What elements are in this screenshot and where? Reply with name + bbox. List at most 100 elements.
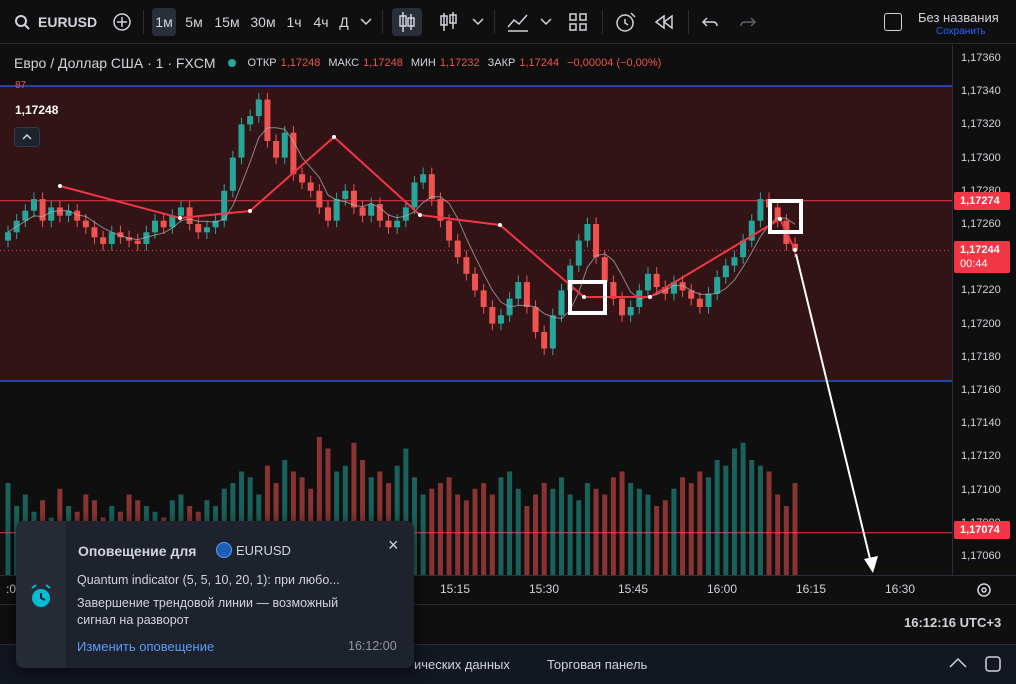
alert-message-line1: Quantum indicator (5, 5, 10, 20, 1): при… [77,573,340,587]
chevron-down-icon[interactable] [470,8,486,36]
alert-clock-icon[interactable] [612,8,638,36]
current-price-value: 1,17244 [960,244,1000,256]
volume-bar [463,500,469,575]
candle-body [644,273,651,291]
interval-15m[interactable]: 15м [212,8,242,36]
candle-body [30,199,37,211]
alert-sidebar [16,521,66,668]
time-label-1630: 16:30 [885,582,916,596]
chart-canvas[interactable] [0,45,952,575]
time-label-1530: 15:30 [529,582,560,596]
redo-icon[interactable] [736,8,760,36]
interval-1d[interactable]: Д [336,8,352,36]
volume-bar [507,471,513,575]
candle-body [575,240,582,266]
volume-bar [602,494,608,575]
candle-body [359,207,366,216]
candle-body [22,210,29,221]
time-label-1600: 16:00 [707,582,738,596]
trend-pivot-point [332,135,336,139]
volume-bar [481,483,487,575]
trend-pivot-point [778,217,782,221]
close-icon[interactable]: × [388,535,399,556]
tab-historical-data[interactable]: ических данных [414,657,510,672]
price-tag-upper: 1,17274 [954,192,1010,210]
price-label: 1,17260 [961,218,1001,230]
undo-icon[interactable] [698,8,722,36]
volume-bar [645,494,651,575]
volume-bar [541,483,547,575]
trend-pivot-point [793,248,797,252]
interval-1m[interactable]: 1м [152,8,176,36]
time-label-1615: 16:15 [796,582,827,596]
chevron-down-icon[interactable] [538,8,554,36]
high-label: МАКС [328,57,360,69]
candle-body [368,204,375,216]
candle-body [56,207,63,216]
interval-30m[interactable]: 30м [248,8,278,36]
candle-body [5,232,11,241]
collapse-legend-button[interactable] [14,127,40,147]
trend-pivot-point [58,184,62,188]
candle-body [549,315,556,349]
volume-bar [662,500,668,575]
eu-flag-icon [216,542,232,558]
trend-pivot-point [648,295,652,299]
candle-body [463,257,470,274]
settings-gear-icon[interactable] [974,580,994,600]
compare-add-button[interactable] [110,8,134,36]
clock-label[interactable]: 16:12:16 UTC+3 [904,615,1001,630]
tab-trading-panel[interactable]: Торговая панель [547,657,647,672]
candle-body [593,224,600,258]
price-label: 1,17300 [961,151,1001,164]
indicators-icon[interactable] [504,8,532,36]
layout-grid-icon[interactable] [566,8,590,36]
candle-body [108,232,115,244]
symbol-search-button[interactable]: EURUSD [8,8,104,36]
chart-pane[interactable]: Евро / Доллар США · 1 · FXCM ОТКР 1,1724… [0,45,952,575]
volume-bar [731,448,737,575]
edit-alert-link[interactable]: Изменить оповещение [77,639,214,654]
candle-body [238,124,245,158]
volume-bar [792,483,798,575]
candles-icon[interactable] [392,8,422,36]
price-label: 1,17360 [961,52,1001,64]
volume-bar [757,465,763,575]
candle-body [195,224,202,233]
candle-body [152,220,159,233]
candle-body [532,307,539,332]
chart-legend: Евро / Доллар США · 1 · FXCM ОТКР 1,1724… [14,55,665,71]
change-value: −0,00004 (−0,00%) [567,57,662,69]
instrument-title: Евро / Доллар США · 1 · FXCM [14,55,216,71]
replay-icon[interactable] [652,8,676,36]
open-value: 1,17248 [280,57,321,69]
price-tag-lower: 1,17074 [954,521,1010,539]
maximize-panel-button[interactable] [984,655,1004,675]
volume-bar [723,465,729,575]
search-icon [15,15,30,30]
candle-body [229,157,236,191]
volume-bar [628,483,634,575]
candle-body [454,240,461,258]
interval-4h[interactable]: 4ч [310,8,332,36]
interval-5m[interactable]: 5м [182,8,206,36]
candle-body [480,290,487,307]
volume-bar [636,488,642,575]
crosshair-price-label: 1,17248 [15,103,59,117]
candle-body [186,207,193,224]
candle-body [100,237,107,244]
interval-1h[interactable]: 1ч [283,8,305,36]
collapse-panel-button[interactable] [948,655,970,675]
volume-bar [714,460,720,575]
alarm-clock-icon [31,584,51,607]
layout-save-button[interactable]: Без названия Сохранить [884,4,1012,40]
bars-icon[interactable] [436,8,460,36]
volume-bar [515,488,521,575]
volume-bar [584,483,590,575]
price-axis[interactable]: 1,170601,170801,171001,171201,171401,171… [952,45,1016,575]
chevron-down-icon[interactable] [358,8,374,36]
candle-body [394,220,401,228]
trend-pivot-point [498,223,502,227]
time-label-fragment: :0 [6,582,17,596]
candle-body [160,220,167,228]
